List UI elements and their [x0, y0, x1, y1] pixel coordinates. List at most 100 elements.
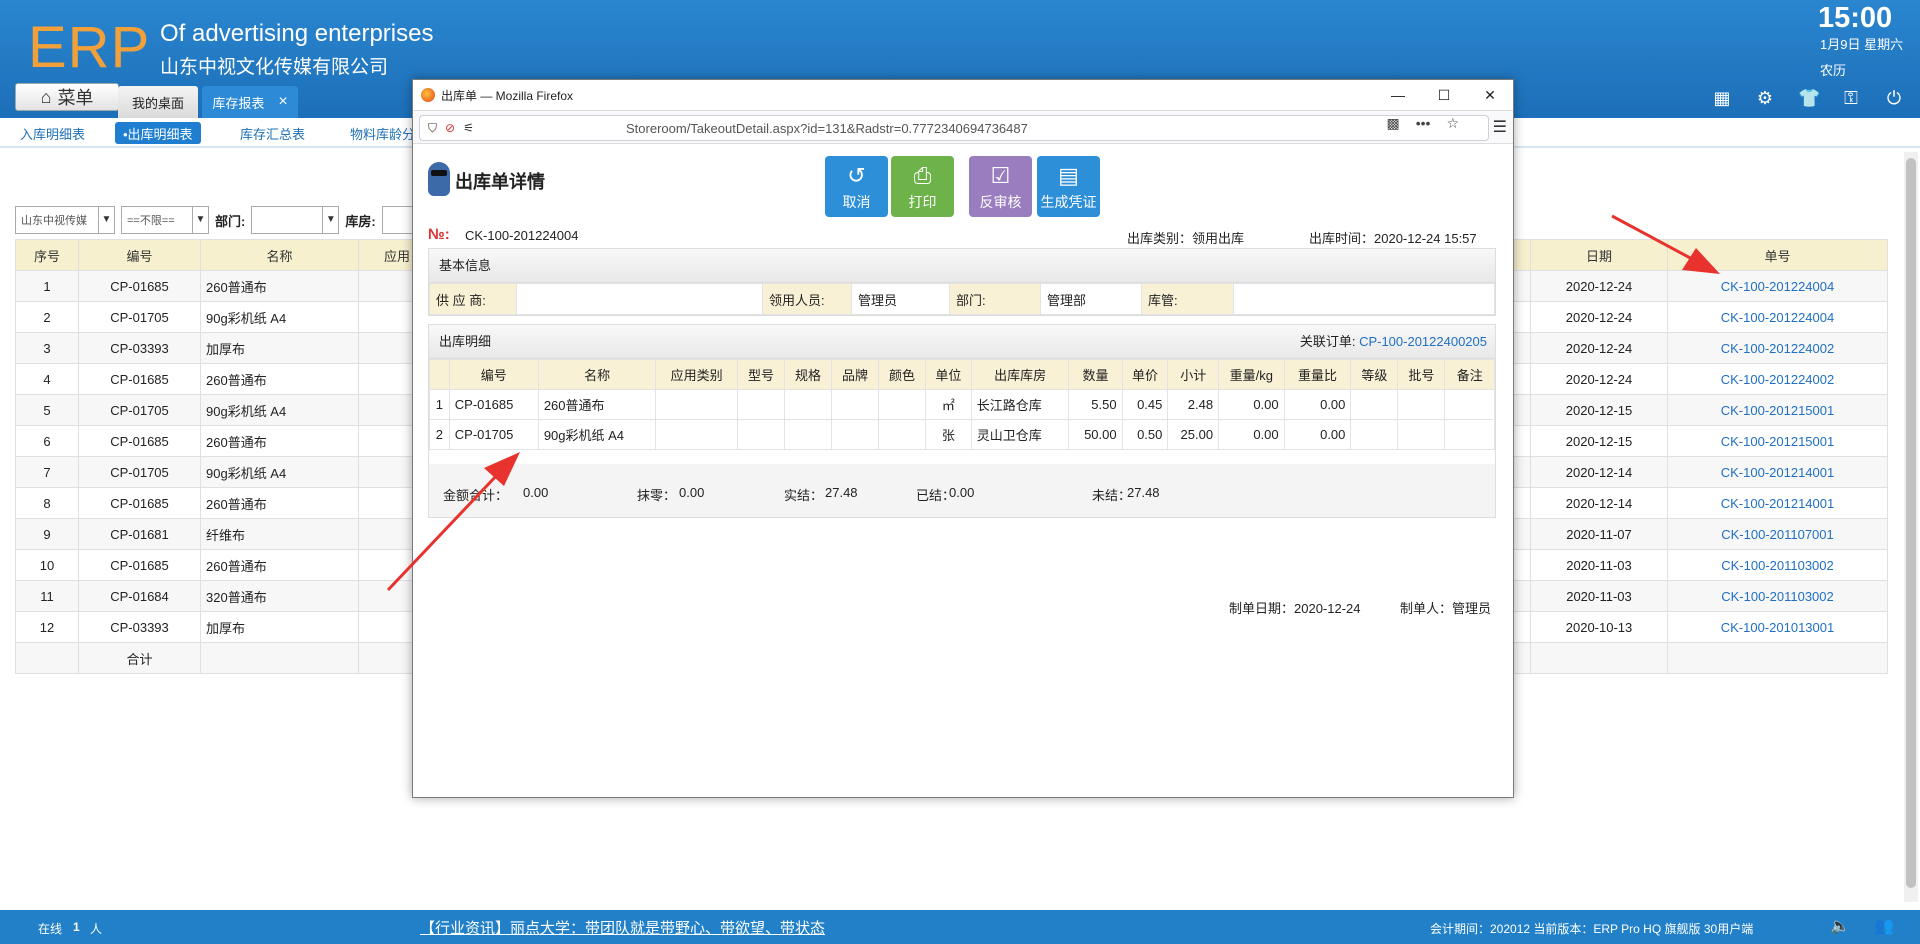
detail-col: 单价 — [1121, 359, 1169, 390]
cell-order-no[interactable]: CK-100-201013001 — [1667, 611, 1888, 643]
news-ticker-link[interactable]: 【行业资讯】丽点大学：带团队就是带野心、带欲望、带状态 — [420, 917, 825, 938]
tab-stock-report[interactable]: 库存报表 × — [202, 86, 298, 118]
more-icon[interactable]: ••• — [1416, 115, 1431, 132]
close-window-button[interactable]: ✕ — [1467, 80, 1513, 110]
cell-index: 2 — [15, 301, 79, 333]
qr-code-icon[interactable]: ▩ — [1386, 115, 1399, 132]
unreview-button[interactable]: ☑ 反审核 — [969, 156, 1032, 217]
company-name-en: Of advertising enterprises — [160, 20, 434, 47]
cell-code: CP-01685 — [78, 270, 201, 302]
settled-value: 0.00 — [949, 485, 975, 500]
detail-cell: 灵山卫仓库 — [970, 419, 1070, 450]
detail-cell — [1444, 389, 1495, 420]
cell-index: 10 — [15, 549, 79, 581]
url-field[interactable]: ⛉ ⊘ ⚟ Storeroom/TakeoutDetail.aspx?id=13… — [419, 115, 1489, 141]
speaker-icon[interactable]: 🔈 — [1830, 916, 1850, 936]
tab-my-desktop[interactable]: 我的桌面 — [118, 86, 198, 118]
outbound-time: 出库时间：2020-12-24 15:57 — [1309, 231, 1477, 246]
detail-cell: 张 — [924, 419, 972, 450]
scroll-thumb[interactable] — [1906, 158, 1916, 888]
filter-bar: 山东中视传媒 ▼ ==不限== ▼ 部门: ▼ 库房: — [15, 206, 422, 234]
detail-cell — [877, 389, 926, 420]
mascot-icon — [428, 162, 450, 196]
hamburger-menu-icon[interactable]: ☰ — [1493, 117, 1507, 137]
shirt-icon[interactable]: 👕 — [1798, 88, 1820, 108]
cell-order-no[interactable]: CK-100-201224004 — [1667, 270, 1888, 302]
cell-order-no[interactable]: CK-100-201214001 — [1667, 456, 1888, 488]
limit-select[interactable]: ==不限== ▼ — [121, 206, 209, 234]
cell-index: 8 — [15, 487, 79, 519]
unsettled-label: 未结： — [1092, 488, 1132, 503]
maximize-button[interactable]: ☐ — [1421, 80, 1467, 110]
check-icon: ☑ — [990, 163, 1011, 188]
related-order: 关联订单: CP-100-20122400205 — [1300, 325, 1487, 359]
cell-order-no[interactable]: CK-100-201215001 — [1667, 394, 1888, 426]
detail-cell: 长江路仓库 — [970, 389, 1070, 420]
cell-order-no[interactable]: CK-100-201224002 — [1667, 332, 1888, 364]
limit-select-value: ==不限== — [127, 215, 175, 227]
detail-col — [429, 359, 450, 390]
bookmark-star-icon[interactable]: ☆ — [1446, 115, 1459, 132]
related-order-link[interactable]: CP-100-20122400205 — [1359, 334, 1487, 349]
keeper-value — [1233, 283, 1495, 315]
subnav-outbound-detail[interactable]: •出库明细表 — [115, 122, 201, 144]
dept-label: 部门: — [215, 213, 246, 229]
clock-time: 15:00 — [1818, 2, 1893, 34]
detail-col: 品牌 — [830, 359, 879, 390]
detail-cell: CP-01705 — [448, 419, 539, 450]
users-icon[interactable]: 👥 — [1874, 916, 1894, 936]
cell-order-no[interactable]: CK-100-201103002 — [1667, 549, 1888, 581]
cell-date: 2020-11-03 — [1530, 549, 1668, 581]
menu-button[interactable]: ⌂ 菜单 — [15, 83, 119, 111]
cell-order-no[interactable]: CK-100-201224004 — [1667, 301, 1888, 333]
print-button[interactable]: ⎙ 打印 — [891, 156, 954, 217]
cell-name: 260普通布 — [200, 549, 359, 581]
cell-code: CP-01684 — [78, 580, 201, 612]
detail-cell — [736, 419, 785, 450]
amount-value: 0.00 — [523, 485, 549, 500]
detail-col: 颜色 — [877, 359, 926, 390]
cell-code: CP-01685 — [78, 549, 201, 581]
cell-order-no[interactable]: CK-100-201214001 — [1667, 487, 1888, 519]
detail-col: 出库库房 — [970, 359, 1070, 390]
undo-icon: ↺ — [847, 163, 866, 188]
actual-value: 27.48 — [825, 485, 858, 500]
cell-date: 2020-12-15 — [1530, 394, 1668, 426]
cell-order-no[interactable]: CK-100-201107001 — [1667, 518, 1888, 550]
shield-icon[interactable]: ⛉ — [428, 121, 437, 136]
sum-label: 合计 — [78, 642, 201, 674]
page-scrollbar[interactable] — [1904, 152, 1918, 902]
url-text[interactable]: Storeroom/TakeoutDetail.aspx?id=131&Rads… — [626, 121, 1028, 136]
key-icon[interactable]: ⚿ — [1841, 88, 1861, 108]
section-title: 出库明细 — [439, 334, 492, 349]
subnav-inbound-detail[interactable]: 入库明细表 — [12, 122, 93, 144]
discount-value: 0.00 — [679, 485, 705, 500]
power-icon[interactable]: ⏻ — [1884, 88, 1904, 108]
dept-select[interactable]: ▼ — [251, 206, 340, 234]
cancel-button[interactable]: ↺ 取消 — [825, 156, 888, 217]
minimize-button[interactable]: — — [1375, 80, 1421, 110]
generate-voucher-button[interactable]: ▤ 生成凭证 — [1037, 156, 1100, 217]
cell-order-no[interactable]: CK-100-201103002 — [1667, 580, 1888, 612]
sum-cell — [1530, 642, 1668, 674]
gear-icon[interactable]: ⚙ — [1755, 88, 1775, 108]
subnav-material-age[interactable]: 物料库龄分 — [342, 122, 423, 144]
cell-name: 260普通布 — [200, 487, 359, 519]
insecure-icon[interactable]: ⊘ — [445, 121, 455, 135]
tab-label: 我的桌面 — [131, 95, 184, 111]
cell-date: 2020-12-14 — [1530, 487, 1668, 519]
firefox-icon — [421, 88, 435, 102]
cell-order-no[interactable]: CK-100-201224002 — [1667, 363, 1888, 395]
cell-code: CP-01681 — [78, 518, 201, 550]
close-icon[interactable]: × — [278, 93, 287, 111]
cell-name: 320普通布 — [200, 580, 359, 612]
company-select[interactable]: 山东中视传媒 ▼ — [15, 206, 115, 234]
dashboard-icon[interactable]: ▦ — [1712, 88, 1732, 108]
detail-cell — [877, 419, 926, 450]
detail-cell: 25.00 — [1167, 419, 1220, 450]
subnav-stock-summary[interactable]: 库存汇总表 — [232, 122, 313, 144]
cell-name: 90g彩机纸 A4 — [200, 456, 359, 488]
cell-name: 260普通布 — [200, 425, 359, 457]
permissions-icon[interactable]: ⚟ — [463, 121, 474, 135]
cell-order-no[interactable]: CK-100-201215001 — [1667, 425, 1888, 457]
